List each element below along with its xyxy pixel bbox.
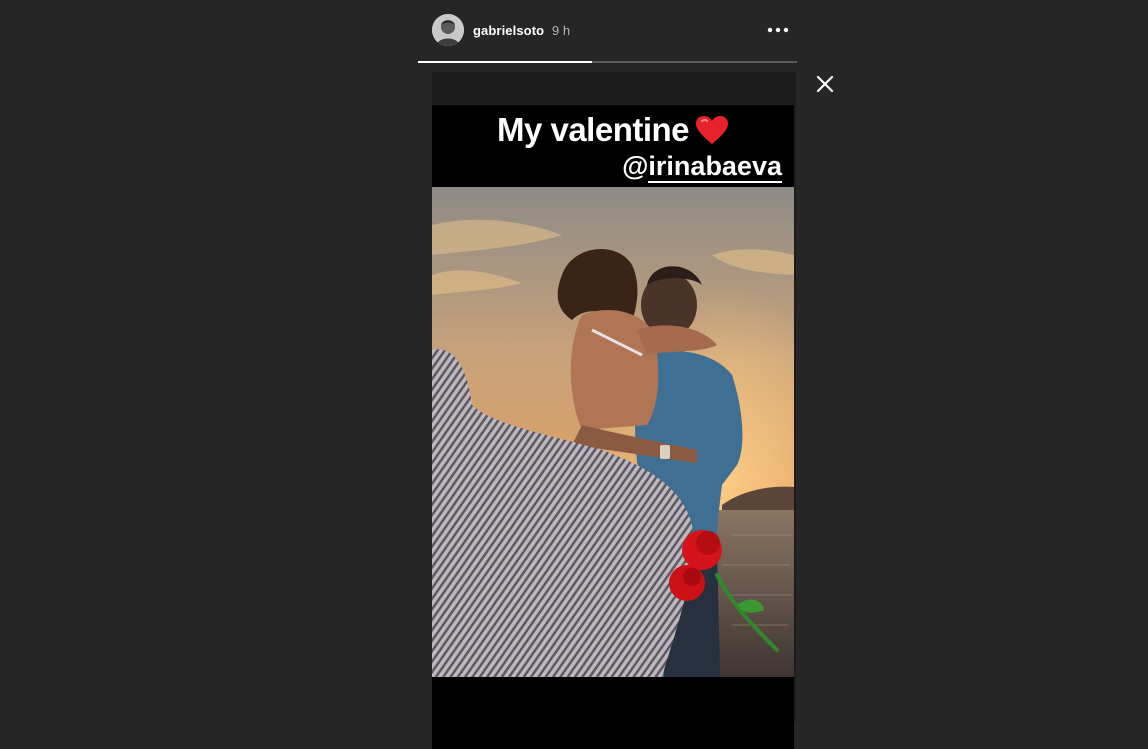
mention-handle[interactable]: irinabaeva (648, 151, 782, 183)
caption-title-text: My valentine (496, 111, 690, 148)
story-viewer: gabrielsoto 9 h My valentine @irinabaeva (0, 0, 1148, 749)
story-progress-bar (418, 61, 797, 63)
couple-sunset-photo (432, 105, 794, 749)
mention-prefix: @ (622, 151, 649, 181)
story-frame: My valentine @irinabaeva (432, 72, 796, 749)
story-header: gabrielsoto 9 h (432, 14, 796, 46)
story-progress-fill (418, 61, 593, 63)
timestamp: 9 h (552, 23, 571, 38)
story-caption-title: My valentine (432, 111, 794, 149)
close-button[interactable] (813, 72, 837, 96)
mention-tag[interactable]: @irinabaeva (622, 151, 782, 183)
more-options-button[interactable] (766, 20, 790, 40)
red-heart-icon (696, 116, 729, 144)
more-horizontal-icon (767, 27, 789, 33)
story-photo[interactable]: My valentine @irinabaeva (432, 105, 794, 749)
avatar[interactable] (432, 14, 464, 46)
close-icon (816, 75, 834, 93)
username[interactable]: gabrielsoto (473, 23, 544, 38)
